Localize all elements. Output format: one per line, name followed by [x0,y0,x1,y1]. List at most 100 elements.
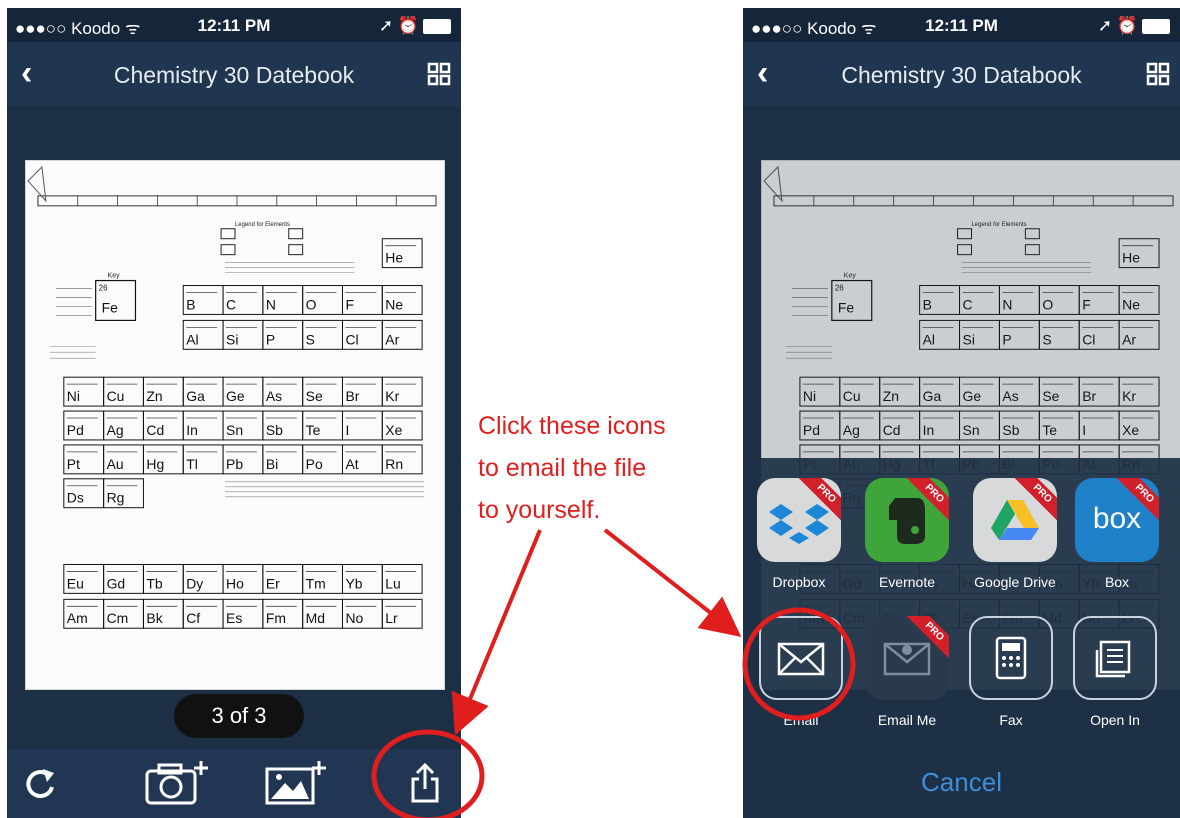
element-symbol: Pd [803,422,820,438]
element-symbol: O [1042,296,1053,312]
action-label: Email [783,712,819,728]
element-symbol: Pb [226,456,243,472]
action-label: Fax [999,712,1023,728]
element-symbol: Zn [146,388,162,404]
legend-box [1024,228,1040,240]
box-app[interactable]: box PRO Box [1075,478,1159,590]
key-title: Key [844,273,857,280]
element-symbol: S [306,331,315,347]
arrow-to-email [603,528,742,637]
element-symbol: Cl [1082,331,1095,347]
action-label: Open In [1090,712,1140,728]
email-action[interactable]: Email [759,616,843,728]
page-title: Chemistry 30 Datebook [113,62,355,88]
element-symbol: Zn [883,388,899,404]
open-in-icon[interactable] [1073,616,1157,700]
evernote-app[interactable]: PRO Evernote [865,478,949,590]
element-symbol: C [226,296,236,312]
element-symbol: Ag [107,422,124,438]
element-symbol: Cu [843,388,861,404]
element-symbol: Ge [963,388,982,404]
google-drive-app[interactable]: PRO Google Drive [973,478,1057,590]
element-symbol: Po [306,456,323,472]
element-symbol: Cu [107,388,125,404]
element-symbol: Rg [107,490,125,506]
fax-icon[interactable] [969,616,1053,700]
instruction-annotation: Click these icons to email the file to y… [478,405,718,531]
element-symbol: Al [923,331,935,347]
element-symbol: Lr [385,610,398,626]
legend-title: Legend for Elements [235,222,290,228]
element-symbol: Cd [883,422,901,438]
box-icon[interactable]: box PRO [1075,478,1159,562]
element-symbol: Si [226,331,238,347]
battery-icon [423,19,451,35]
envelope-icon[interactable] [759,616,843,700]
google-drive-icon[interactable]: PRO [973,478,1057,562]
element-symbol: Ho [226,575,244,591]
element-symbol: Tl [186,456,198,472]
element-symbol: Ga [923,388,942,404]
element-symbol: I [345,422,349,438]
dropbox-app[interactable]: PRO Dropbox [757,478,841,590]
element-symbol: Cf [186,610,200,626]
element-symbol: Sb [266,422,283,438]
element-symbol: At [345,456,358,472]
element-symbol: I [1082,422,1086,438]
status-icons: ➚ ⏰ [378,16,419,35]
annotation-line: Click these icons [478,412,666,440]
element-symbol: Pt [67,456,80,472]
element-symbol: Fm [266,610,286,626]
element-symbol: Eu [67,575,84,591]
element-symbol: Au [107,456,124,472]
element-symbol: Xe [1122,422,1139,438]
email-me-icon[interactable]: PRO [865,616,949,700]
share-sheet: PRO Dropbox PRO Evernote PRO Google Driv… [743,458,1180,818]
element-symbol: Se [1042,388,1059,404]
key-title: Key [108,273,121,280]
element-symbol: F [345,296,354,312]
app-label: Dropbox [772,574,826,590]
legend-box [220,228,236,240]
element-symbol: N [1002,296,1012,312]
key-symbol: Fe [838,299,855,315]
grid-icon[interactable] [1146,62,1170,86]
open-in-action[interactable]: Open In [1073,616,1157,728]
element-symbol: Rn [385,456,403,472]
legend-box [288,244,304,256]
element-symbol: No [345,610,363,626]
refresh-icon[interactable] [15,759,67,807]
legend-title: Legend for Elements [972,222,1027,228]
element-symbol: Tm [306,575,326,591]
grid-icon[interactable] [427,62,451,86]
element-symbol: B [923,296,932,312]
element-symbol: O [306,296,317,312]
element-symbol: Er [266,575,280,591]
fax-action[interactable]: Fax [969,616,1053,728]
legend-box [957,244,972,256]
element-symbol: Lu [385,575,401,591]
add-photo-camera-icon[interactable] [143,759,211,807]
element-symbol: Dy [186,575,203,591]
nav-bar: ‹ Chemistry 30 Databook [743,42,1180,106]
legend-box [220,244,236,256]
status-bar: ●●●○○ Koodo ᯤ 12:11 PM ➚ ⏰ [7,8,461,42]
bottom-toolbar [7,749,461,818]
element-symbol: Cl [345,331,358,347]
element-symbol: He [385,250,403,266]
element-symbol: Es [226,610,242,626]
email-me-action[interactable]: PRO Email Me [865,616,949,728]
element-symbol: Xe [385,422,402,438]
document-page[interactable]: Legend for Elements Key 26 Fe He B C N O F Ne Al Si P… [25,160,445,690]
element-symbol: Ni [67,388,80,404]
element-symbol: F [1082,296,1091,312]
dropbox-icon[interactable]: PRO [757,478,841,562]
add-image-icon[interactable] [263,759,329,807]
cancel-button[interactable]: Cancel [743,767,1180,798]
element-symbol: Ni [803,388,816,404]
element-symbol: Br [345,388,359,404]
element-symbol: Sn [226,422,243,438]
evernote-icon[interactable]: PRO [865,478,949,562]
share-icon[interactable] [399,759,451,807]
phone-screen-right: ●●●○○ Koodo ᯤ 12:11 PM ➚ ⏰ ‹ Chemistry 3… [743,8,1180,818]
